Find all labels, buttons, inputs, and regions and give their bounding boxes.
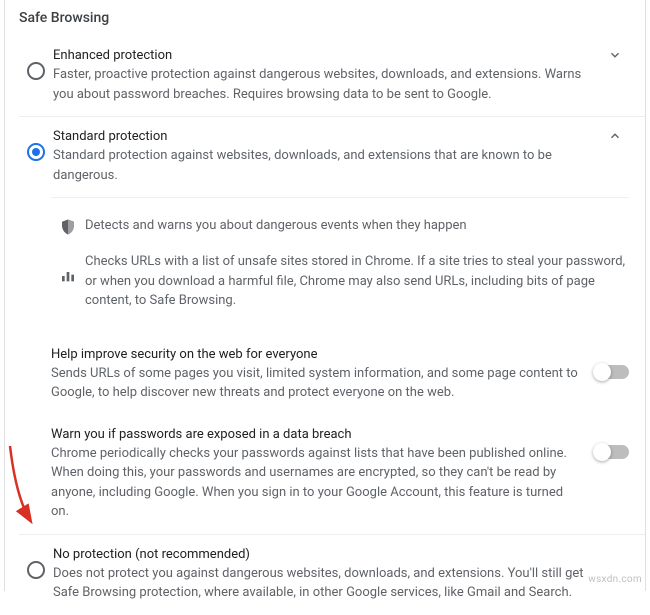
- option-title: Enhanced protection: [53, 48, 587, 63]
- safe-browsing-panel: Safe Browsing Enhanced protection Faster…: [4, 0, 646, 591]
- option-no-protection[interactable]: No protection (not recommended) Does not…: [19, 535, 645, 615]
- sub-title: Warn you if passwords are exposed in a d…: [51, 427, 581, 442]
- radio-no-protection[interactable]: [27, 561, 45, 579]
- radio-standard[interactable]: [27, 143, 45, 161]
- detail-text: Detects and warns you about dangerous ev…: [85, 216, 629, 236]
- section-title: Safe Browsing: [5, 6, 645, 36]
- toggle-help-improve[interactable]: [595, 365, 629, 379]
- detail-checks: Checks URLs with a list of unsafe sites …: [51, 244, 629, 319]
- watermark: wsxdn.com: [588, 574, 642, 585]
- option-desc: Standard protection against websites, do…: [53, 146, 587, 185]
- sub-title: Help improve security on the web for eve…: [51, 347, 581, 362]
- standard-details: Detects and warns you about dangerous ev…: [51, 197, 629, 335]
- chevron-down-icon: [608, 48, 622, 62]
- expand-enhanced[interactable]: [595, 48, 635, 62]
- bars-icon: [51, 252, 85, 284]
- shield-icon: [51, 216, 85, 236]
- sub-help-improve: Help improve security on the web for eve…: [51, 335, 629, 415]
- sub-desc: Chrome periodically checks your password…: [51, 444, 581, 522]
- chevron-up-icon: [608, 129, 622, 143]
- option-enhanced[interactable]: Enhanced protection Faster, proactive pr…: [19, 36, 645, 116]
- option-title: No protection (not recommended): [53, 547, 587, 562]
- sub-desc: Sends URLs of some pages you visit, limi…: [51, 364, 581, 403]
- option-desc: Does not protect you against dangerous w…: [53, 564, 587, 603]
- option-desc: Faster, proactive protection against dan…: [53, 65, 587, 104]
- radio-enhanced[interactable]: [27, 62, 45, 80]
- sub-warn-passwords: Warn you if passwords are exposed in a d…: [51, 415, 629, 534]
- detail-text: Checks URLs with a list of unsafe sites …: [85, 252, 629, 311]
- detail-detects: Detects and warns you about dangerous ev…: [51, 208, 629, 244]
- toggle-warn-passwords[interactable]: [595, 445, 629, 459]
- option-standard[interactable]: Standard protection Standard protection …: [19, 116, 645, 197]
- option-title: Standard protection: [53, 129, 587, 144]
- collapse-standard[interactable]: [595, 129, 635, 143]
